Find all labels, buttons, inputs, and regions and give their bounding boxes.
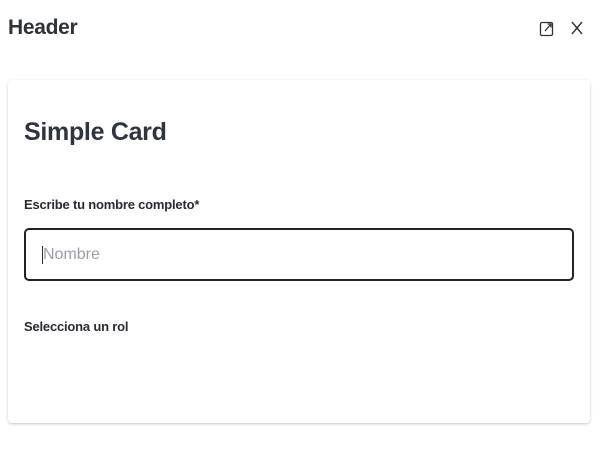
- simple-card: Simple Card Escribe tu nombre completo* …: [8, 80, 590, 423]
- role-field-label: Selecciona un rol: [24, 319, 129, 334]
- header-title: Header: [8, 16, 78, 39]
- expand-icon: [539, 21, 554, 37]
- close-button[interactable]: [568, 18, 586, 38]
- panel: Header Simple Card Escribe tu nombre com…: [0, 0, 600, 450]
- expand-button[interactable]: [538, 18, 556, 38]
- text-caret: [42, 246, 43, 264]
- card-title: Simple Card: [24, 118, 167, 146]
- name-input[interactable]: [24, 228, 574, 281]
- name-field-label: Escribe tu nombre completo*: [24, 197, 200, 212]
- panel-header: Header: [0, 0, 600, 58]
- header-actions: [538, 18, 586, 38]
- close-icon: [571, 21, 583, 35]
